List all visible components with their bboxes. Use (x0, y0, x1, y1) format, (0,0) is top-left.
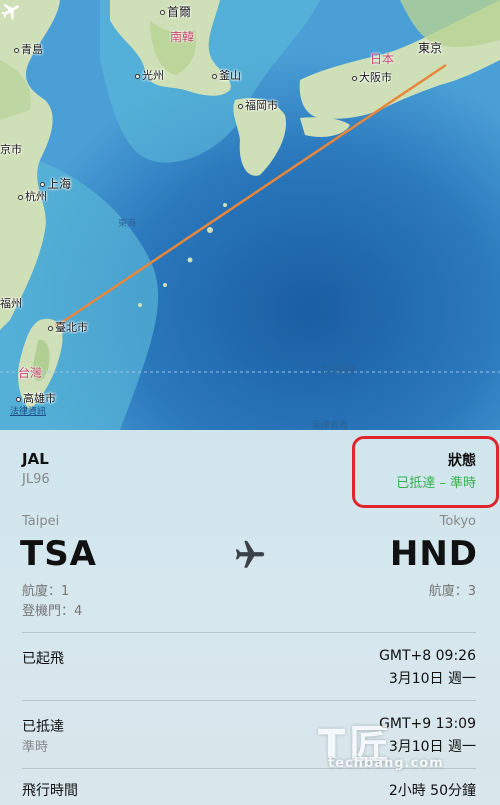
map-city-hangzhou: 杭州 (18, 191, 47, 202)
map-city-fuzhou: 福州 (0, 297, 22, 310)
map-city-seoul: 首爾 (160, 6, 191, 18)
map-sea-tropic: 北回歸線 (320, 365, 357, 375)
departed-label: 已起飛 (22, 651, 64, 667)
duration-value: 2小時 50分鐘 (388, 783, 476, 799)
map-city-qingdao: 青島 (14, 44, 43, 55)
destination-terminal: 航廈：3 (428, 584, 476, 599)
map-label-korea: 南韓 (170, 30, 195, 44)
map-city-taipei: 臺北市 (48, 322, 88, 333)
map-city-osaka: 大阪市 (352, 72, 392, 83)
map-city-busan: 釜山 (212, 70, 241, 81)
watermark-url: techbang.com (328, 756, 444, 771)
map-city-fukuoka: 福岡市 (238, 100, 278, 111)
airplane-icon (1, 3, 19, 20)
map-city-shanghai: 上海 (40, 178, 71, 190)
map-label-japan: 日本 (370, 52, 395, 66)
origin-terminal: 航廈：1 (22, 584, 70, 599)
arrived-label: 已抵達 (22, 719, 64, 735)
map-city-tokyo: 東京 (418, 41, 443, 55)
airplane-icon (235, 540, 265, 568)
arrived-sub: 準時 (22, 740, 49, 755)
status-value: 已抵達 – 準時 (396, 476, 476, 491)
map-city-nanjing: 京市 (0, 143, 22, 156)
divider (22, 632, 476, 633)
techbang-watermark: T匠 techbang.com (318, 712, 478, 772)
origin-gate: 登機門：4 (22, 604, 83, 619)
map-label-taiwan: 台灣 (18, 366, 43, 380)
status-label: 狀態 (448, 453, 476, 469)
airline-name: JAL (22, 450, 49, 468)
flight-info-panel: JAL JL96 狀態 已抵達 – 準時 Taipei Tokyo TSA HN… (0, 430, 500, 805)
map-background (0, 0, 500, 430)
origin-city: Taipei (22, 514, 60, 529)
origin-code: TSA (20, 534, 97, 574)
flight-map[interactable]: 南韓 日本 台灣 首爾 青島 光州 釜山 福岡市 大阪市 東京 京市 上海 杭州… (0, 0, 500, 430)
destination-code: HND (389, 534, 478, 574)
map-sea-east: 東海 (118, 219, 137, 229)
map-sea-philippine: 菲律賓海 (312, 421, 349, 430)
map-city-gwangju: 光州 (135, 70, 164, 81)
departed-date: 3月10日 週一 (388, 671, 476, 687)
duration-label: 飛行時間 (22, 783, 78, 799)
divider (22, 700, 476, 701)
destination-city: Tokyo (439, 514, 476, 529)
departed-time: GMT+8 09:26 (379, 648, 476, 664)
legal-info-link[interactable]: 法律資訊 (10, 404, 46, 417)
flight-number: JL96 (22, 472, 50, 487)
map-city-kaohsiung: 高雄市 (16, 393, 56, 404)
